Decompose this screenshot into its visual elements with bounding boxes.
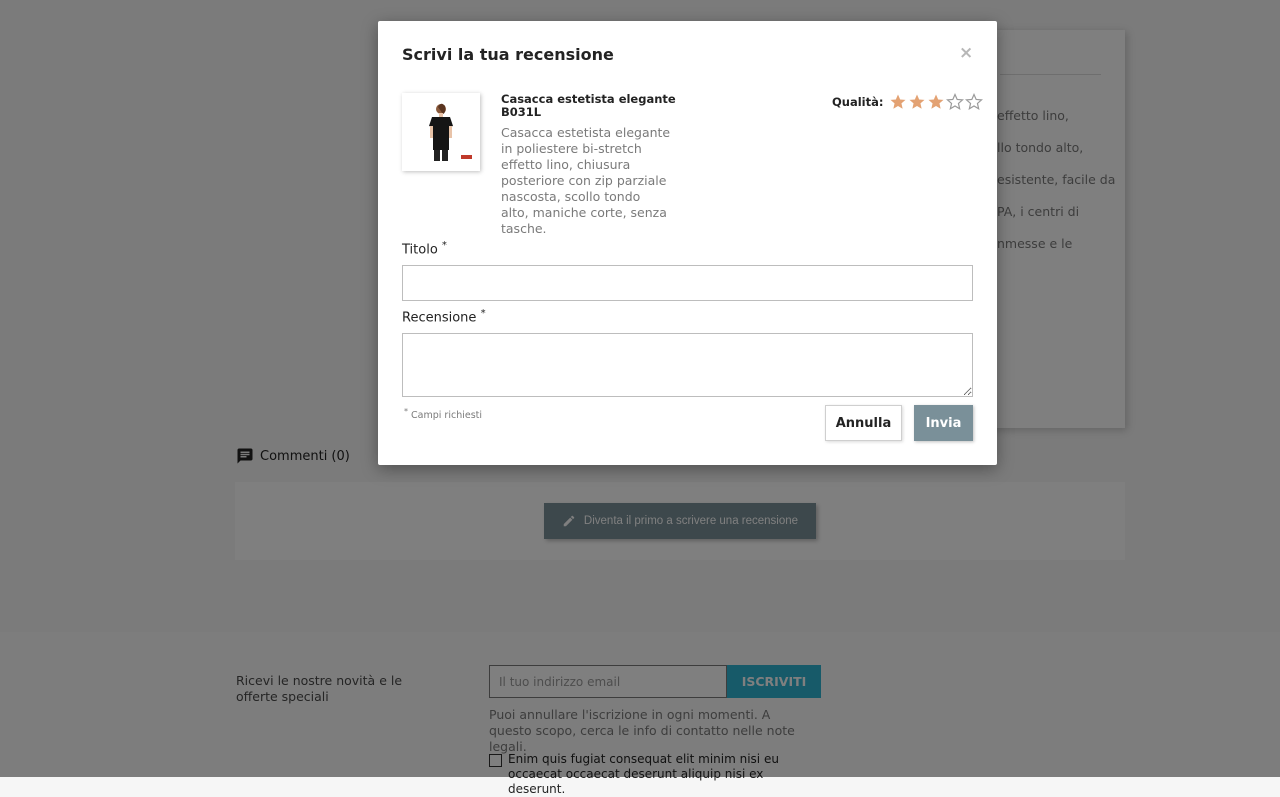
quality-label: Qualità:	[832, 95, 884, 109]
title-label: Titolo *	[402, 240, 447, 257]
required-marker: *	[441, 240, 447, 251]
required-note-text: Campi richiesti	[411, 410, 483, 422]
modal-title: Scrivi la tua recensione	[402, 45, 614, 64]
review-label-text: Recensione	[402, 310, 477, 326]
review-modal: Scrivi la tua recensione × Casacca estet…	[378, 21, 997, 465]
review-label: Recensione *	[402, 308, 486, 325]
close-icon[interactable]: ×	[959, 43, 973, 63]
star-rating[interactable]	[889, 93, 984, 111]
star-filled-icon[interactable]	[927, 93, 945, 111]
review-title-input[interactable]	[402, 265, 973, 301]
star-empty-icon[interactable]	[946, 93, 965, 111]
product-photo-icon	[402, 93, 480, 171]
required-fields-note: * Campi richiesti	[404, 407, 482, 421]
star-empty-icon[interactable]	[965, 93, 984, 111]
quality-rating: Qualità:	[832, 93, 984, 111]
cancel-button[interactable]: Annulla	[825, 405, 902, 441]
star-filled-icon[interactable]	[908, 93, 926, 111]
send-button[interactable]: Invia	[914, 405, 973, 441]
product-image	[402, 93, 480, 171]
required-marker: *	[480, 308, 486, 319]
star-filled-icon[interactable]	[889, 93, 907, 111]
required-marker: *	[404, 407, 408, 416]
product-name: Casacca estetista elegante B031L	[501, 92, 676, 119]
review-textarea[interactable]	[402, 333, 973, 397]
title-label-text: Titolo	[402, 242, 438, 258]
product-description: Casacca estetista elegante in poliestere…	[501, 125, 671, 236]
